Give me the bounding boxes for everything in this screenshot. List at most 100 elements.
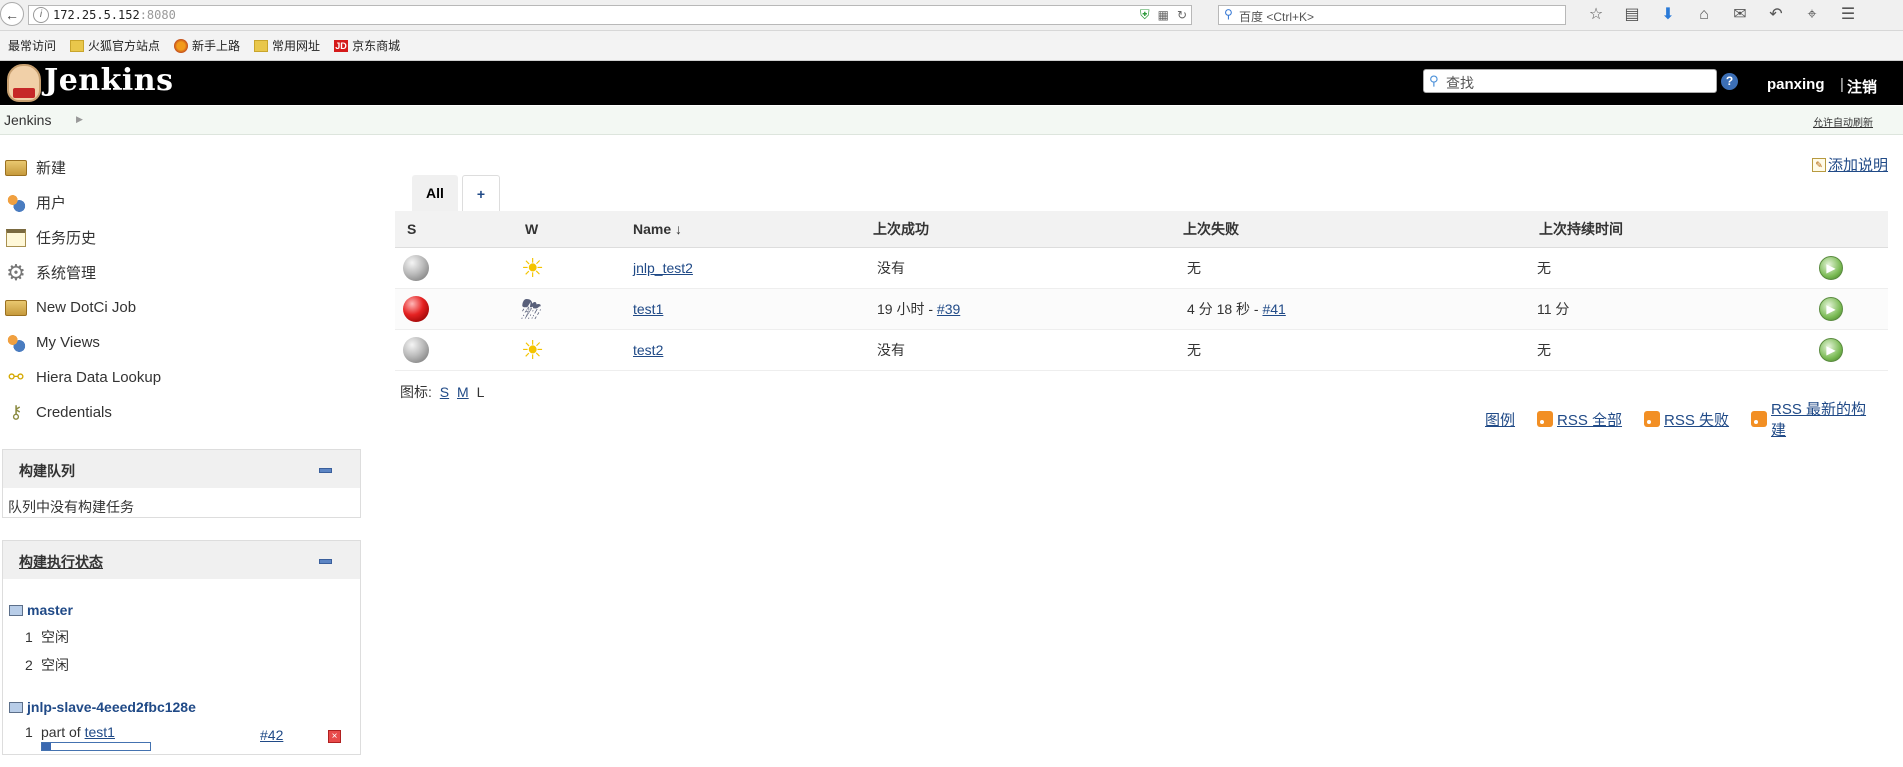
icon-size-small[interactable]: S	[440, 384, 449, 400]
users-icon	[5, 332, 27, 353]
executor-row: 1 part of test1	[25, 724, 115, 740]
address-bar[interactable]: i 172.25.5.152:8080 ⛨ ▦ ↻	[28, 5, 1192, 25]
computer-jnlp-slave[interactable]: jnlp-slave-4eeed2fbc128e	[9, 699, 196, 715]
user-link[interactable]: panxing	[1767, 76, 1825, 93]
build-history-icon	[6, 228, 26, 247]
jenkins-butler-logo-icon[interactable]	[7, 64, 41, 102]
column-header-weather[interactable]: W	[513, 211, 621, 248]
sidebar-item-credentials[interactable]: ⚷ Credentials	[0, 395, 330, 430]
breadcrumb: Jenkins ▶ 允许自动刷新	[0, 106, 1903, 135]
job-link[interactable]: test2	[633, 342, 663, 358]
edit-icon: ✎	[1812, 157, 1826, 172]
tab-all[interactable]: All	[412, 175, 458, 211]
computer-master[interactable]: master	[9, 602, 73, 618]
sidebar-item-hiera-data-lookup[interactable]: ⚯ Hiera Data Lookup	[0, 360, 330, 395]
rss-latest-link[interactable]: RSS 最新的构建	[1751, 398, 1881, 440]
rss-all-link[interactable]: RSS 全部	[1537, 409, 1622, 430]
url-text[interactable]: 172.25.5.152:8080	[53, 8, 176, 22]
jenkins-search-box[interactable]: ⚲ 查找	[1423, 69, 1717, 93]
status-grey-ball-icon[interactable]	[403, 255, 429, 281]
computer-icon	[9, 604, 23, 616]
browser-search-box[interactable]: ⚲ 百度 <Ctrl+K>	[1218, 5, 1566, 25]
undo-icon[interactable]: ↶	[1758, 4, 1794, 26]
home-icon[interactable]: ⌂	[1686, 4, 1722, 26]
folder-icon	[254, 39, 269, 52]
last-failure-text: 无	[1187, 260, 1201, 276]
logout-link[interactable]: 注销	[1840, 76, 1877, 97]
executor-row: 1 空闲	[25, 629, 69, 645]
schedule-build-icon[interactable]: ▶	[1819, 338, 1843, 362]
breadcrumb-arrow-icon[interactable]: ▶	[76, 114, 83, 125]
sidebar-item-build-history[interactable]: 任务历史	[0, 220, 330, 255]
reload-icon[interactable]: ↻	[1177, 8, 1187, 22]
tab-new-view[interactable]: +	[461, 175, 501, 212]
legend-link[interactable]: 图例	[1485, 409, 1515, 430]
bookmark-star-icon[interactable]: ☆	[1578, 4, 1614, 26]
gear-icon: ⚙	[6, 259, 26, 285]
collapse-icon[interactable]	[319, 559, 332, 564]
info-icon[interactable]: i	[33, 7, 49, 23]
last-failure-build-link[interactable]: #41	[1262, 301, 1285, 317]
column-header-status[interactable]: S	[395, 211, 513, 248]
column-header-last-failure[interactable]: 上次失败	[1171, 211, 1527, 248]
table-row: ⛈ test1 19 小时 - #39 4 分 18 秒 - #41 11 分 …	[395, 288, 1888, 330]
keys-icon: ⚷	[9, 402, 23, 422]
schedule-build-icon[interactable]: ▶	[1819, 256, 1843, 280]
sidebar-item-users[interactable]: 用户	[0, 185, 330, 220]
download-icon[interactable]: ⬇	[1650, 4, 1686, 26]
column-header-last-success[interactable]: 上次成功	[861, 211, 1171, 248]
bookmark-common-sites[interactable]: 常用网址	[254, 37, 320, 54]
rss-failed-link[interactable]: RSS 失败	[1644, 409, 1729, 430]
column-header-name[interactable]: Name ↓	[621, 211, 861, 248]
chat-icon[interactable]: ✉	[1722, 4, 1758, 26]
breadcrumb-jenkins[interactable]: Jenkins	[4, 112, 51, 128]
jenkins-logo-text[interactable]: Jenkins	[44, 63, 173, 98]
executor-status-title[interactable]: 构建执行状态	[19, 552, 103, 572]
job-link[interactable]: test1	[633, 301, 663, 317]
icon-size-medium[interactable]: M	[457, 384, 469, 400]
add-description-link[interactable]: ✎ 添加说明	[1812, 154, 1888, 175]
help-icon[interactable]: ?	[1721, 73, 1738, 90]
build-progress-bar[interactable]	[41, 742, 151, 751]
last-success-build-link[interactable]: #39	[937, 301, 960, 317]
bookmark-firefox-site[interactable]: 火狐官方站点	[70, 37, 160, 54]
status-grey-ball-icon[interactable]	[403, 337, 429, 363]
bookmark-most-visited[interactable]: 最常访问	[8, 37, 56, 54]
rss-icon	[1537, 411, 1554, 427]
sidebar-item-my-views[interactable]: My Views	[0, 325, 330, 360]
last-success-text: 19 小时 -	[877, 301, 937, 317]
qr-code-icon[interactable]: ▦	[1158, 8, 1169, 22]
bookmark-jd[interactable]: JD 京东商城	[334, 37, 400, 54]
duration-text: 无	[1537, 260, 1551, 276]
sidebar-item-new-dotci-job[interactable]: New DotCi Job	[0, 290, 330, 325]
reading-list-icon[interactable]: ▤	[1614, 4, 1650, 26]
jobs-table: S W Name ↓ 上次成功 上次失败 上次持续时间 ☀ jnlp_test2…	[395, 211, 1888, 371]
bookmark-getting-started[interactable]: 新手上路	[174, 37, 240, 54]
schedule-build-icon[interactable]: ▶	[1819, 297, 1843, 321]
sidebar-item-manage[interactable]: ⚙ 系统管理	[0, 255, 330, 290]
enable-auto-refresh-link[interactable]: 允许自动刷新	[1813, 114, 1873, 129]
sidebar-item-new[interactable]: 新建	[0, 150, 330, 185]
icon-size-large: L	[476, 384, 485, 400]
thunderstorm-weather-icon[interactable]: ⛈	[521, 296, 542, 322]
job-link[interactable]: jnlp_test2	[633, 260, 693, 276]
duration-text: 无	[1537, 342, 1551, 358]
rss-icon	[1751, 411, 1768, 427]
stop-build-icon[interactable]: ×	[328, 730, 341, 743]
back-arrow-icon[interactable]: ←	[0, 2, 24, 26]
menu-icon[interactable]: ☰	[1830, 4, 1866, 26]
build-queue-pane: 构建队列 队列中没有构建任务	[2, 449, 361, 518]
status-red-ball-icon[interactable]	[403, 296, 429, 322]
bookmarks-bar: 最常访问 火狐官方站点 新手上路 常用网址 JD 京东商城	[0, 31, 1903, 61]
column-header-last-duration[interactable]: 上次持续时间	[1527, 211, 1807, 248]
sunny-weather-icon[interactable]: ☀	[521, 255, 544, 281]
running-build-link[interactable]: #42	[260, 727, 283, 743]
firefox-icon	[174, 38, 189, 53]
crop-icon[interactable]: ⌖	[1794, 4, 1830, 26]
sunny-weather-icon[interactable]: ☀	[521, 337, 544, 363]
footer-links: 图例 RSS 全部 RSS 失败 RSS 最新的构建	[1485, 398, 1903, 440]
shield-icon[interactable]: ⛨	[1140, 7, 1150, 23]
running-job-link[interactable]: test1	[85, 724, 115, 740]
collapse-icon[interactable]	[319, 468, 332, 473]
last-failure-text: 无	[1187, 342, 1201, 358]
